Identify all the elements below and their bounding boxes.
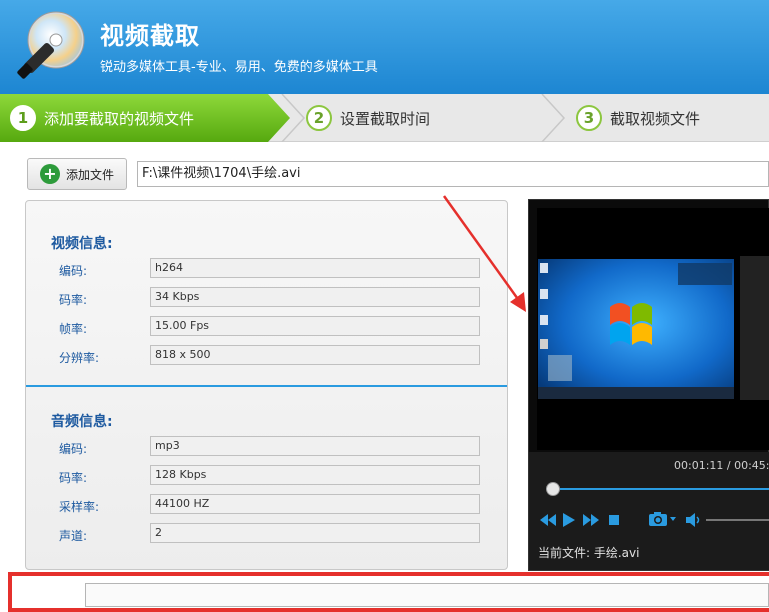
app-title: 视频截取 — [100, 22, 200, 50]
volume-slider[interactable] — [706, 519, 769, 521]
playback-time: 00:01:11 / 00:45:42 — [674, 459, 769, 472]
audio-info-title: 音频信息: — [51, 414, 113, 430]
progress-bar[interactable] — [546, 488, 769, 490]
volume-icon[interactable] — [686, 513, 702, 527]
step-1-number: 1 — [10, 105, 36, 131]
add-file-button[interactable]: + 添加文件 — [27, 158, 127, 190]
step-1-label: 添加要截取的视频文件 — [44, 109, 195, 128]
audio-bitrate-value: 128 Kbps — [150, 465, 480, 485]
fast-forward-icon[interactable] — [583, 514, 599, 526]
video-framerate-label: 帧率: — [59, 322, 88, 336]
app-logo-icon — [17, 11, 85, 79]
audio-channels-value: 2 — [150, 523, 480, 543]
annotation-arrow — [442, 195, 526, 312]
video-info-title: 视频信息: — [51, 236, 113, 252]
camera-icon[interactable] — [648, 511, 678, 527]
audio-samplerate-label: 采样率: — [59, 500, 100, 514]
step-add-file[interactable]: 1 添加要截取的视频文件 — [0, 94, 290, 142]
current-file-label: 当前文件: 手绘.avi — [538, 546, 640, 560]
plus-icon: + — [40, 164, 60, 184]
add-file-label: 添加文件 — [66, 167, 115, 182]
file-path-field[interactable]: F:\课件视频\1704\手绘.avi — [137, 161, 769, 187]
audio-bitrate-label: 码率: — [59, 471, 88, 485]
step-bar: 1 添加要截取的视频文件 2 设置截取时间 3 截取视频文件 — [0, 94, 769, 142]
progress-handle[interactable] — [545, 482, 560, 496]
audio-codec-value: mp3 — [150, 436, 480, 456]
video-codec-label: 编码: — [59, 264, 88, 278]
rewind-icon[interactable] — [540, 514, 556, 526]
video-bitrate-label: 码率: — [59, 293, 88, 307]
step-2-label: 设置截取时间 — [340, 109, 431, 128]
section-divider — [26, 385, 507, 387]
step-set-time[interactable]: 2 设置截取时间 — [296, 94, 546, 142]
step-2-number: 2 — [306, 105, 332, 131]
app-header: 视频截取 锐动多媒体工具-专业、易用、免费的多媒体工具 — [0, 0, 769, 94]
video-resolution-label: 分辨率: — [59, 351, 100, 365]
video-resolution-value: 818 x 500 — [150, 345, 480, 365]
video-preview-frame — [538, 259, 734, 399]
stop-icon[interactable] — [609, 515, 619, 525]
audio-samplerate-value: 44100 HZ — [150, 494, 480, 514]
audio-channels-label: 声道: — [59, 529, 88, 543]
audio-codec-label: 编码: — [59, 442, 88, 456]
app-subtitle: 锐动多媒体工具-专业、易用、免费的多媒体工具 — [100, 60, 378, 75]
step-cut-video[interactable]: 3 截取视频文件 — [566, 94, 769, 142]
step-3-number: 3 — [576, 105, 602, 131]
output-path-field[interactable] — [85, 583, 769, 607]
video-preview-side — [740, 256, 769, 400]
play-icon[interactable] — [563, 513, 575, 527]
step-3-label: 截取视频文件 — [610, 109, 701, 128]
